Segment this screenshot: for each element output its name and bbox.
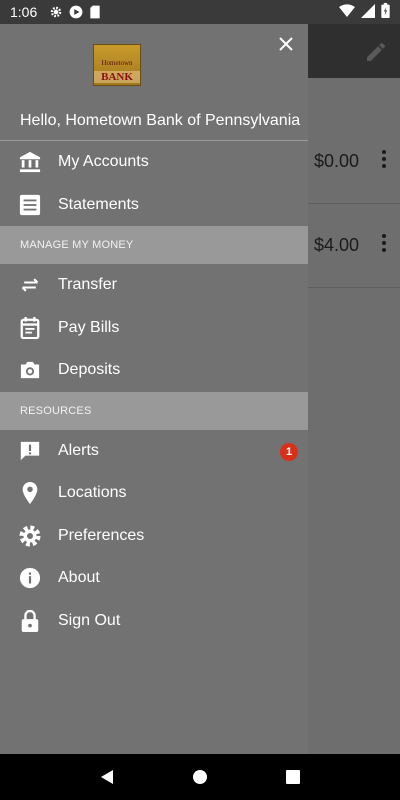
lock-icon — [18, 609, 42, 633]
bank-icon — [18, 150, 42, 174]
menu-item-label: Alerts — [58, 441, 99, 459]
account-balance: $0.00 — [314, 151, 360, 171]
location-icon — [18, 481, 42, 505]
drawer-header: Hometown BANK Hello, Hometown Bank of Pe… — [0, 24, 308, 141]
recents-button[interactable] — [282, 766, 304, 788]
menu-item-preferences[interactable]: Preferences — [0, 515, 308, 558]
menu-item-deposits[interactable]: Deposits — [0, 349, 308, 392]
status-bar: 1:06 — [0, 0, 400, 24]
section-header-manage-money: MANAGE MY MONEY — [0, 226, 308, 264]
battery-icon — [381, 3, 390, 21]
menu-item-locations[interactable]: Locations — [0, 472, 308, 515]
bank-logo: Hometown BANK — [93, 44, 141, 86]
menu-item-label: Preferences — [58, 526, 145, 544]
status-time: 1:06 — [10, 4, 38, 20]
signal-icon — [361, 3, 375, 21]
back-icon — [100, 770, 113, 784]
menu-item-alerts[interactable]: Alerts 1 — [0, 430, 308, 473]
back-button[interactable] — [96, 766, 118, 788]
menu-item-label: Locations — [58, 484, 127, 502]
menu-item-label: Pay Bills — [58, 318, 120, 336]
transfer-icon — [18, 273, 42, 297]
menu-item-label: Sign Out — [58, 611, 121, 629]
home-icon — [192, 770, 207, 784]
account-row[interactable]: $0.00 — [308, 120, 400, 204]
menu-item-statements[interactable]: Statements — [0, 184, 308, 227]
menu-item-about[interactable]: About — [0, 557, 308, 600]
info-icon — [18, 566, 42, 590]
section-header-resources: RESOURCES — [0, 391, 308, 430]
menu-item-label: Statements — [58, 195, 139, 213]
pay-bills-icon — [18, 316, 42, 340]
navigation-drawer: Hometown BANK Hello, Hometown Bank of Pe… — [0, 24, 308, 754]
menu-item-transfer[interactable]: Transfer — [0, 264, 308, 307]
system-navigation-bar — [0, 754, 400, 800]
sd-card-icon — [89, 5, 101, 19]
home-button[interactable] — [189, 766, 211, 788]
statements-icon — [18, 193, 42, 217]
menu-item-label: My Accounts — [58, 153, 149, 171]
gear-icon — [18, 524, 42, 548]
menu-item-my-accounts[interactable]: My Accounts — [0, 141, 308, 184]
more-options-icon[interactable] — [382, 150, 386, 171]
menu-item-label: Transfer — [58, 276, 117, 294]
edit-icon[interactable] — [364, 40, 388, 64]
menu-item-pay-bills[interactable]: Pay Bills — [0, 307, 308, 350]
menu-item-label: Deposits — [58, 361, 121, 379]
account-balance: $4.00 — [314, 235, 360, 255]
greeting-text: Hello, Hometown Bank of Pennsylvania — [20, 112, 301, 129]
alerts-count-badge: 1 — [280, 442, 298, 461]
alert-icon — [18, 439, 42, 463]
wifi-icon — [339, 3, 355, 21]
menu-item-sign-out[interactable]: Sign Out — [0, 600, 308, 643]
close-icon — [279, 37, 293, 51]
camera-icon — [18, 358, 42, 382]
close-drawer-button[interactable] — [274, 32, 298, 56]
menu-item-label: About — [58, 569, 100, 587]
more-options-icon[interactable] — [382, 234, 386, 255]
recents-icon — [286, 770, 301, 784]
account-row[interactable]: $4.00 — [308, 204, 400, 288]
play-icon — [69, 5, 83, 19]
gear-icon — [49, 5, 63, 19]
